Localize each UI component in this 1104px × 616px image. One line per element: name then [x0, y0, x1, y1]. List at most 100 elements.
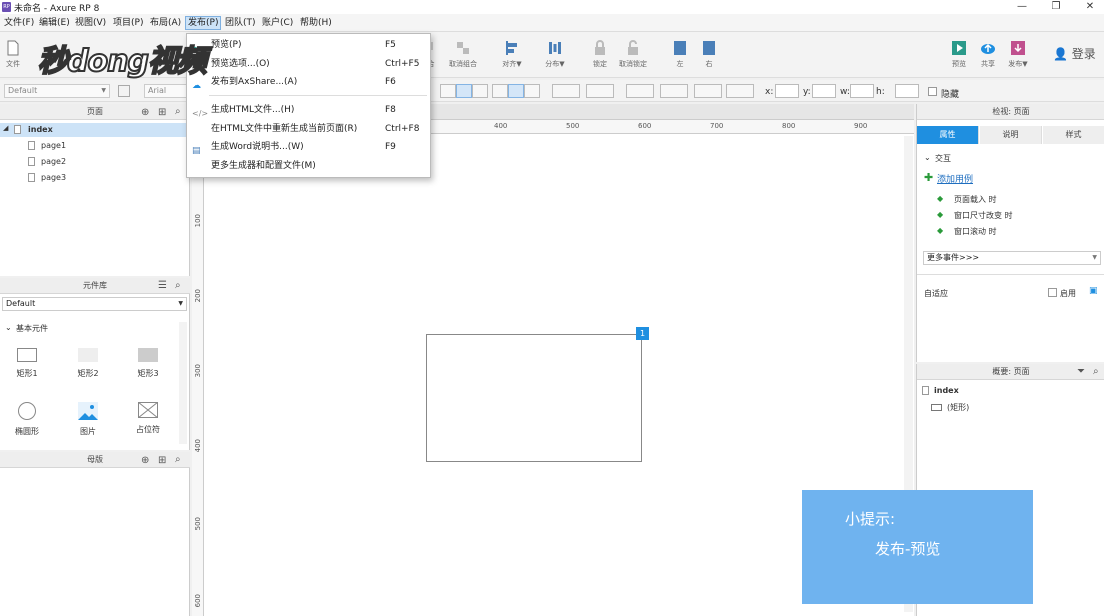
minimize-button[interactable]: —: [1004, 0, 1040, 14]
collapse-icon[interactable]: ⌄: [924, 153, 931, 162]
outline-rectangle[interactable]: (矩形): [947, 402, 969, 413]
event-window-scroll[interactable]: 窗口滚动 时: [954, 226, 997, 237]
add-case-link[interactable]: 添加用例: [937, 172, 973, 185]
align-left-button[interactable]: [440, 84, 456, 98]
align-button[interactable]: 对齐▼: [495, 40, 529, 69]
menu-publish[interactable]: 发布(P): [185, 16, 222, 30]
tab-notes[interactable]: 说明: [980, 126, 1042, 144]
enable-checkbox[interactable]: [1048, 288, 1057, 297]
library-select[interactable]: Default ▼: [2, 297, 187, 311]
menu-item-generate-html[interactable]: </> 生成HTML文件...(H) F8: [187, 101, 430, 119]
page-item-page1[interactable]: page1: [41, 141, 66, 150]
h-input[interactable]: [895, 84, 919, 98]
menu-help[interactable]: 帮助(H): [298, 16, 334, 30]
collapse-icon[interactable]: ⌄: [5, 323, 12, 332]
canvas-rectangle[interactable]: [426, 334, 642, 462]
align-right-button[interactable]: [472, 84, 488, 98]
menu-layout[interactable]: 布局(A): [148, 16, 183, 30]
library-group-label[interactable]: 基本元件: [16, 323, 48, 334]
menu-item-label: 生成Word说明书...(W): [211, 142, 304, 152]
library-scrollbar[interactable]: [179, 322, 187, 444]
event-page-load[interactable]: 页面载入 时: [954, 194, 997, 205]
play-icon: [952, 41, 966, 55]
widget-image[interactable]: 图片: [63, 402, 113, 437]
menu-file[interactable]: 文件(F): [2, 16, 36, 30]
more-events-select[interactable]: 更多事件>>> ▼: [923, 251, 1101, 265]
search-icon[interactable]: ⌕: [175, 106, 181, 117]
distribute-button[interactable]: 分布▼: [538, 40, 572, 69]
event-window-resize[interactable]: 窗口尺寸改变 时: [954, 210, 1013, 221]
outline-root[interactable]: index: [934, 386, 959, 395]
adaptive-settings-icon[interactable]: ▣: [1089, 286, 1098, 296]
right-label: 右: [705, 60, 713, 68]
file-button[interactable]: 文件: [0, 40, 30, 69]
menu-icon[interactable]: ☰: [158, 280, 167, 291]
menu-project[interactable]: 项目(P): [111, 16, 145, 30]
w-input[interactable]: [850, 84, 874, 98]
menu-item-preview-options[interactable]: 预览选项...(O) Ctrl+F5: [187, 55, 430, 73]
page-index-row[interactable]: ◢ index: [0, 123, 190, 137]
add-folder-icon[interactable]: ⊞: [158, 107, 166, 118]
add-folder-icon[interactable]: ⊞: [158, 455, 166, 466]
line-style-button[interactable]: [694, 84, 722, 98]
y-input[interactable]: [812, 84, 836, 98]
publish-label: 发布▼: [1008, 60, 1028, 68]
app-icon: RP: [2, 2, 11, 12]
widget-rectangle3[interactable]: 矩形3: [123, 348, 173, 379]
publish-button[interactable]: 发布▼: [1001, 40, 1035, 69]
tab-style[interactable]: 样式: [1043, 126, 1104, 144]
style-edit-icon[interactable]: [118, 85, 130, 97]
lock-label: 锁定: [593, 60, 607, 68]
widget-ellipse[interactable]: 椭圆形: [2, 402, 52, 437]
menu-account[interactable]: 账户(C): [260, 16, 295, 30]
rectangle-icon: [17, 348, 37, 362]
menu-item-generate-word[interactable]: ▤ 生成Word说明书...(W) F9: [187, 138, 430, 156]
widget-rectangle1[interactable]: 矩形1: [2, 348, 52, 379]
valign-top-button[interactable]: [492, 84, 508, 98]
menu-edit[interactable]: 编辑(E): [37, 16, 72, 30]
valign-middle-button[interactable]: [508, 84, 524, 98]
menu-team[interactable]: 团队(T): [223, 16, 258, 30]
menu-item-more-generators[interactable]: 更多生成器和配置文件(M): [187, 157, 430, 175]
filter-icon[interactable]: ⏷: [1077, 366, 1085, 377]
page-item-page3[interactable]: page3: [41, 173, 66, 182]
lock-button[interactable]: 锁定: [583, 40, 617, 69]
right-button[interactable]: 右: [692, 40, 726, 69]
restore-button[interactable]: ❐: [1038, 0, 1074, 14]
page-icon: [14, 125, 21, 134]
page-item-page2[interactable]: page2: [41, 157, 66, 166]
add-master-icon[interactable]: ⊕: [141, 455, 149, 466]
line-color-button[interactable]: [626, 84, 654, 98]
menu-item-preview[interactable]: ▶ 预览(P) F5: [187, 36, 430, 54]
search-icon[interactable]: ⌕: [175, 280, 181, 291]
search-icon[interactable]: ⌕: [175, 454, 181, 465]
expand-icon[interactable]: ◢: [3, 124, 8, 132]
widget-rectangle2[interactable]: 矩形2: [63, 348, 113, 379]
share-button[interactable]: 共享: [971, 40, 1005, 69]
menu-item-label: 预览选项...(O): [211, 59, 270, 69]
menu-item-publish-axshare[interactable]: ☁ 发布到AxShare...(A) F6: [187, 73, 430, 91]
rectangle-icon: [78, 348, 98, 362]
line-width-button[interactable]: [660, 84, 688, 98]
ungroup-button[interactable]: 取消组合: [446, 40, 480, 69]
tab-properties[interactable]: 属性: [917, 126, 979, 144]
add-page-icon[interactable]: ⊕: [141, 107, 149, 118]
x-input[interactable]: [775, 84, 799, 98]
close-button[interactable]: ✕: [1072, 0, 1104, 14]
menu-item-shortcut: Ctrl+F8: [385, 124, 420, 134]
style-select[interactable]: Default ▼: [4, 84, 110, 98]
widget-placeholder[interactable]: 占位符: [123, 402, 173, 435]
fill-color-button[interactable]: [552, 84, 580, 98]
valign-bottom-button[interactable]: [524, 84, 540, 98]
menu-item-regenerate-page[interactable]: 在HTML文件中重新生成当前页面(R) Ctrl+F8: [187, 120, 430, 138]
align-center-button[interactable]: [456, 84, 472, 98]
login-button[interactable]: 👤 登录: [1053, 45, 1096, 62]
arrow-style-button[interactable]: [726, 84, 754, 98]
shadow-button[interactable]: [586, 84, 614, 98]
unlock-button[interactable]: 取消锁定: [616, 40, 650, 69]
hide-checkbox[interactable]: [928, 87, 937, 96]
unlock-icon: [628, 40, 638, 55]
right-icon: [703, 41, 715, 55]
search-icon[interactable]: ⌕: [1093, 366, 1099, 377]
menu-view[interactable]: 视图(V): [73, 16, 108, 30]
